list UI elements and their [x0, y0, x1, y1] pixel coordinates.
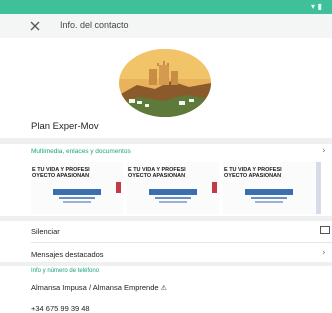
- contact-status: Almansa Impusa / Almansa Emprende ⚠: [31, 283, 167, 292]
- section-divider: [0, 262, 332, 266]
- section-divider: [0, 138, 332, 144]
- section-divider: [0, 216, 332, 221]
- profile-photo[interactable]: [119, 49, 211, 117]
- close-icon[interactable]: [28, 19, 42, 33]
- contact-name: Plan Exper-Mov: [31, 121, 99, 132]
- mute-checkbox[interactable]: [320, 226, 330, 234]
- thumbnail-header: E TU VIDA Y PROFESI OYECTO APASIONAN: [128, 167, 186, 179]
- status-icons: ▾ ▮: [311, 2, 322, 11]
- castle-photo-icon: [119, 49, 211, 117]
- user-group-icon: ⚠: [160, 284, 167, 292]
- thumbnail-header: E TU VIDA Y PROFESI OYECTO APASIONAN: [32, 167, 90, 179]
- flag-icon: [212, 182, 217, 193]
- media-link[interactable]: Multimedia, enlaces y documentos: [31, 148, 131, 155]
- page-title: Info. del contacto: [60, 20, 129, 30]
- logo-icon: [245, 189, 293, 203]
- mute-label[interactable]: Silenciar: [31, 227, 60, 236]
- contact-status-text: Almansa Impusa / Almansa Emprende: [31, 283, 159, 292]
- info-heading: Info y número de teléfono: [31, 268, 100, 274]
- media-thumbnail[interactable]: E TU VIDA Y PROFESI OYECTO APASIONAN: [31, 162, 123, 214]
- logo-icon: [149, 189, 197, 203]
- thumbnail-header: E TU VIDA Y PROFESI OYECTO APASIONAN: [224, 167, 282, 179]
- media-thumbnail[interactable]: E TU VIDA Y PROFESI OYECTO APASIONAN: [127, 162, 219, 214]
- status-bar: ▾ ▮: [0, 0, 332, 14]
- app-bar: Info. del contacto: [0, 14, 332, 38]
- starred-messages-label[interactable]: Mensajes destacados: [31, 250, 104, 259]
- media-scroll-edge: [316, 162, 321, 214]
- chevron-right-icon[interactable]: ›: [322, 146, 326, 156]
- media-thumbnail[interactable]: E TU VIDA Y PROFESI OYECTO APASIONAN: [223, 162, 315, 214]
- flag-icon: [116, 182, 121, 193]
- chevron-right-icon[interactable]: ›: [322, 248, 326, 258]
- row-divider: [31, 242, 332, 243]
- media-strip: E TU VIDA Y PROFESI OYECTO APASIONAN E T…: [31, 162, 315, 214]
- logo-icon: [53, 189, 101, 203]
- phone-number[interactable]: +34 675 99 39 48: [31, 304, 90, 313]
